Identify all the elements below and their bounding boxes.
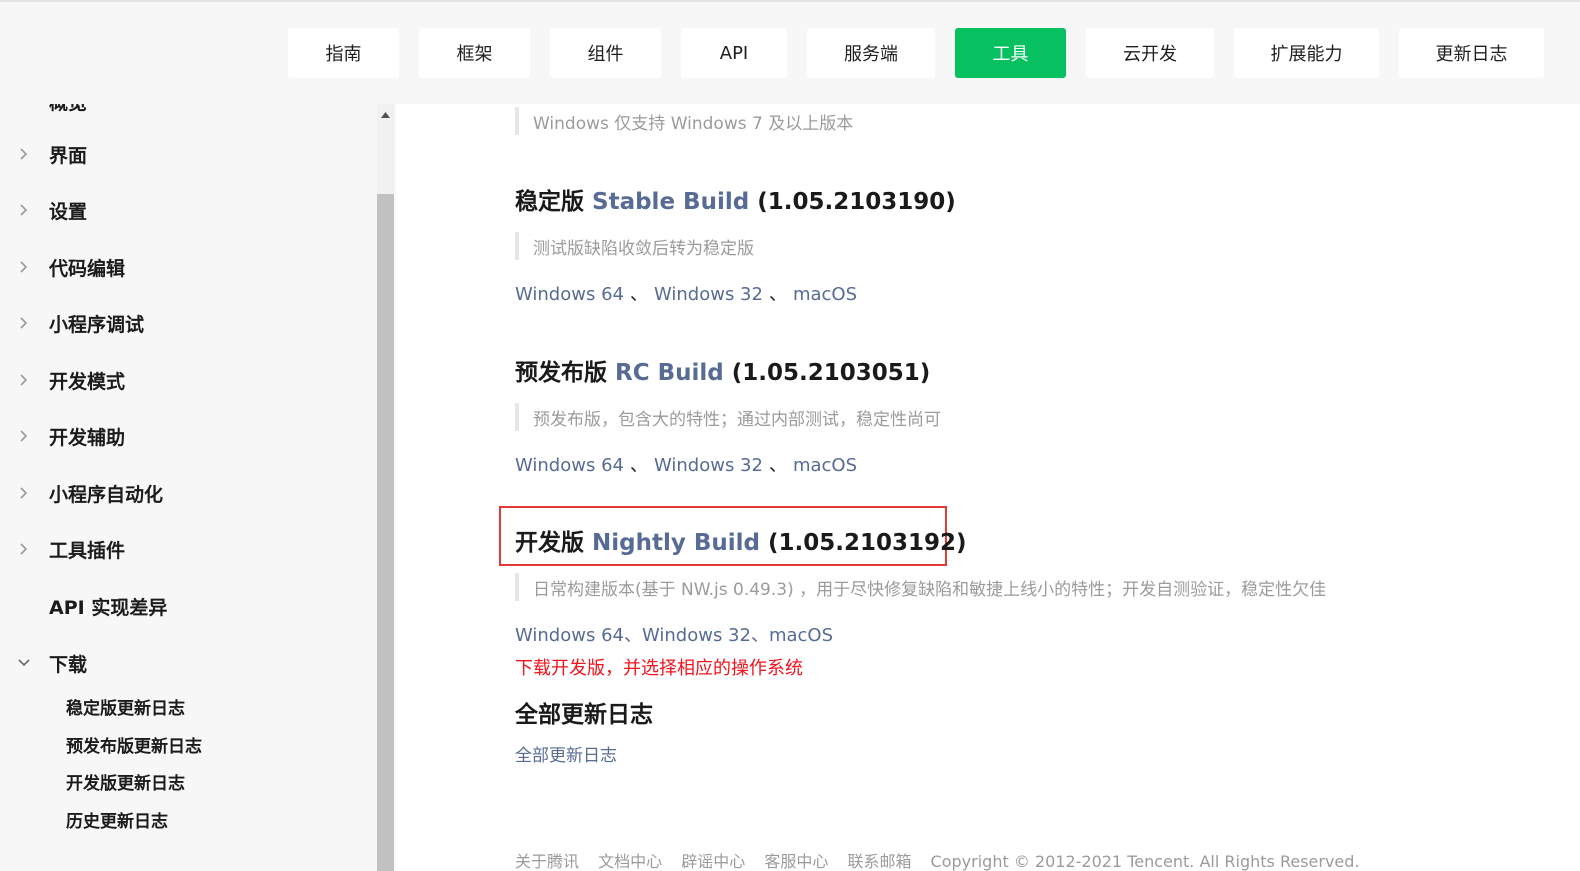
footer-copyright: Copyright © 2012-2021 Tencent. All Right…: [930, 852, 1360, 871]
tab-components[interactable]: 组件: [550, 28, 661, 78]
sidebar-subitem-nightly-changelog[interactable]: 开发版更新日志: [66, 769, 185, 794]
sidebar-subitem-rc-changelog[interactable]: 预发布版更新日志: [66, 732, 202, 757]
sidebar-item-code-editing[interactable]: 代码编辑: [0, 247, 370, 287]
tab-extensions[interactable]: 扩展能力: [1234, 28, 1379, 78]
stable-windows32-link[interactable]: Windows 32: [654, 284, 763, 305]
sidebar-subitem-stable-changelog[interactable]: 稳定版更新日志: [66, 694, 185, 719]
sidebar-item-label: 设置: [49, 200, 88, 223]
sidebar: 概览 界面 设置 代码编辑 小程序调试 开发模式 开发辅助: [0, 104, 380, 871]
separator: 、: [629, 455, 648, 476]
sidebar-item-label: 小程序调试: [49, 313, 145, 336]
footer-support-link[interactable]: 客服中心: [764, 852, 828, 871]
sidebar-item-miniprogram-debug[interactable]: 小程序调试: [0, 303, 370, 343]
footer-about-link[interactable]: 关于腾讯: [515, 852, 579, 871]
footer-rumor-link[interactable]: 辟谣中心: [681, 852, 745, 871]
sidebar-item-overview-partial[interactable]: 概览: [49, 104, 87, 115]
sidebar-item-label: 代码编辑: [49, 257, 126, 280]
sidebar-item-label: API 实现差异: [49, 596, 168, 619]
all-changelog-heading: 全部更新日志: [515, 702, 653, 728]
rc-note: 预发布版，包含大的特性；通过内部测试，稳定性尚可: [515, 403, 941, 431]
footer-docs-link[interactable]: 文档中心: [598, 852, 662, 871]
stable-prefix: 稳定版: [515, 189, 584, 215]
chevron-right-icon: [16, 315, 32, 331]
tab-tools[interactable]: 工具: [955, 28, 1066, 78]
chevron-right-icon: [16, 541, 32, 557]
sidebar-item-automation[interactable]: 小程序自动化: [0, 473, 370, 513]
rc-windows64-link[interactable]: Windows 64: [515, 455, 624, 476]
chevron-right-icon: [16, 259, 32, 275]
sidebar-item-label: 界面: [49, 144, 88, 167]
rc-build-heading: 预发布版 RC Build (1.05.2103051): [515, 353, 930, 387]
main-content: Windows 仅支持 Windows 7 及以上版本 稳定版 Stable B…: [396, 104, 1580, 871]
tab-framework[interactable]: 框架: [419, 28, 530, 78]
tab-cloud-dev[interactable]: 云开发: [1086, 28, 1214, 78]
stable-macos-link[interactable]: macOS: [793, 284, 857, 305]
chevron-right-icon: [16, 202, 32, 218]
stable-version: (1.05.2103190): [757, 189, 956, 215]
chevron-right-icon: [16, 485, 32, 501]
separator: 、: [768, 455, 787, 476]
separator: 、: [768, 284, 787, 305]
rc-macos-link[interactable]: macOS: [793, 455, 857, 476]
sidebar-item-label: 下载: [49, 653, 88, 676]
sidebar-item-download[interactable]: 下载: [0, 643, 370, 683]
rc-windows32-link[interactable]: Windows 32: [654, 455, 763, 476]
sidebar-subitem-history-changelog[interactable]: 历史更新日志: [66, 807, 168, 832]
sidebar-item-label: 开发模式: [49, 370, 126, 393]
footer: 关于腾讯 文档中心 辟谣中心 客服中心 联系邮箱 Copyright © 201…: [515, 848, 1374, 871]
separator: 、: [629, 284, 648, 305]
rc-build-name: RC Build: [615, 360, 724, 386]
sidebar-item-dev-mode[interactable]: 开发模式: [0, 360, 370, 400]
sidebar-item-label: 开发辅助: [49, 426, 126, 449]
sidebar-item-interface[interactable]: 界面: [0, 134, 370, 174]
footer-email-link[interactable]: 联系邮箱: [847, 852, 911, 871]
sidebar-item-settings[interactable]: 设置: [0, 190, 370, 230]
tab-api[interactable]: API: [681, 28, 787, 78]
nightly-download-links[interactable]: Windows 64、Windows 32、macOS: [515, 621, 833, 647]
stable-note: 测试版缺陷收敛后转为稳定版: [515, 232, 754, 260]
windows-support-note: Windows 仅支持 Windows 7 及以上版本: [515, 107, 853, 135]
scroll-up-arrow-icon[interactable]: [377, 108, 394, 122]
stable-download-links: Windows 64、 Windows 32、 macOS: [515, 280, 857, 306]
rc-download-links: Windows 64、 Windows 32、 macOS: [515, 451, 857, 477]
nightly-prefix: 开发版: [515, 530, 584, 556]
nightly-version: (1.05.2103192): [768, 530, 967, 556]
tab-server[interactable]: 服务端: [807, 28, 935, 78]
nightly-build-heading: 开发版 Nightly Build (1.05.2103192): [515, 523, 967, 557]
download-annotation: 下载开发版，并选择相应的操作系统: [515, 658, 803, 679]
sidebar-item-label: 工具插件: [49, 539, 126, 562]
chevron-down-icon: [16, 655, 32, 671]
chevron-right-icon: [16, 428, 32, 444]
sidebar-item-tool-plugins[interactable]: 工具插件: [0, 529, 370, 569]
sidebar-item-api-diff[interactable]: API 实现差异: [0, 586, 370, 626]
chevron-right-icon: [16, 372, 32, 388]
nightly-note: 日常构建版本(基于 NW.js 0.49.3) ，用于尽快修复缺陷和敏捷上线小的…: [515, 573, 1326, 601]
all-changelog-link[interactable]: 全部更新日志: [515, 741, 617, 766]
stable-build-name: Stable Build: [592, 189, 750, 215]
rc-prefix: 预发布版: [515, 360, 607, 386]
top-nav-bar: 指南 框架 组件 API 服务端 工具 云开发 扩展能力 更新日志: [0, 0, 1580, 104]
sidebar-item-dev-assist[interactable]: 开发辅助: [0, 416, 370, 456]
sidebar-scrollbar[interactable]: [377, 104, 394, 871]
nightly-build-name: Nightly Build: [592, 530, 761, 556]
stable-windows64-link[interactable]: Windows 64: [515, 284, 624, 305]
rc-version: (1.05.2103051): [731, 360, 931, 386]
tab-guide[interactable]: 指南: [288, 28, 399, 78]
sidebar-item-label: 小程序自动化: [49, 483, 164, 506]
stable-build-heading: 稳定版 Stable Build (1.05.2103190): [515, 182, 956, 216]
chevron-right-icon: [16, 146, 32, 162]
tab-changelog[interactable]: 更新日志: [1399, 28, 1544, 78]
scrollbar-thumb[interactable]: [377, 194, 394, 871]
